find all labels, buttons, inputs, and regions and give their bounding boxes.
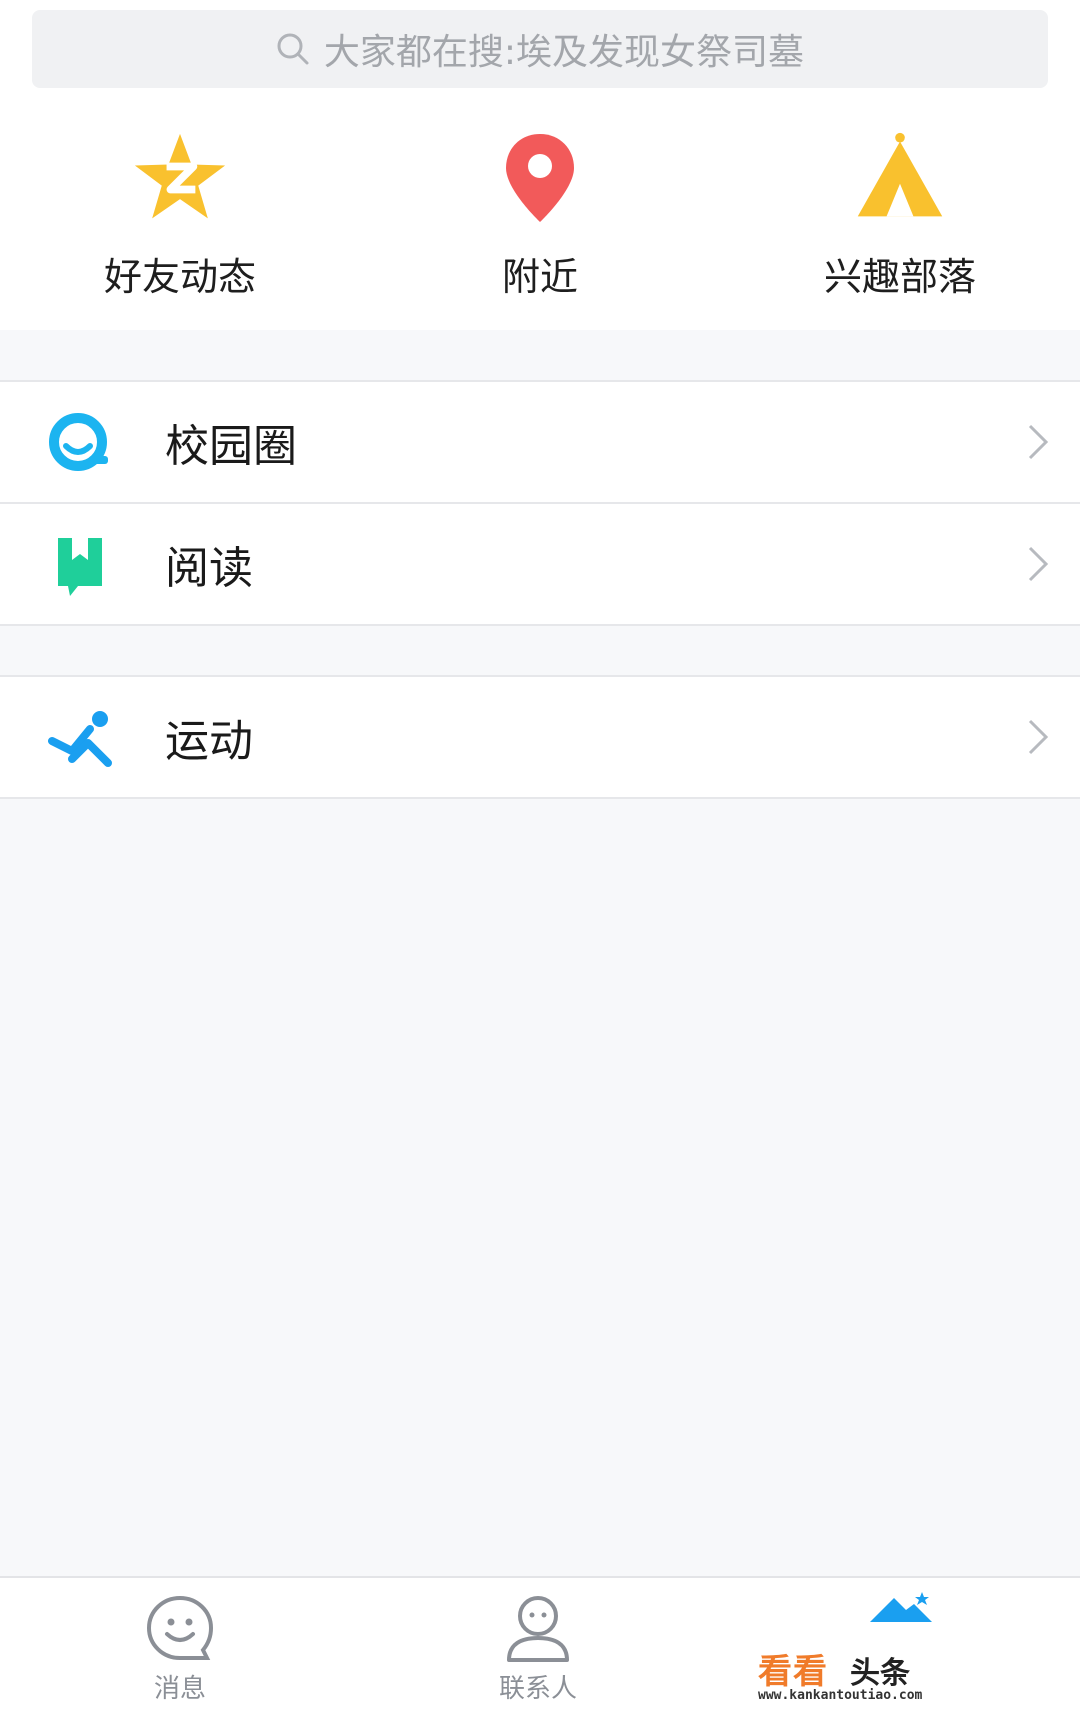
brand-url: www.kankantoutiao.com — [758, 1688, 923, 1703]
menu-item-reading[interactable]: 阅读 — [0, 504, 1080, 624]
quick-action-interest-tribe[interactable]: 兴趣部落 — [750, 130, 1050, 301]
menu-item-label: 运动 — [165, 716, 253, 767]
location-pin-icon — [506, 134, 574, 222]
quick-action-label: 好友动态 — [103, 255, 256, 299]
chevron-right-icon — [1028, 546, 1049, 582]
search-placeholder: 大家都在搜:埃及发现女祭司墓 — [323, 32, 805, 73]
tent-icon — [857, 132, 943, 217]
brand-watermark: 看看 头条 www.kankantoutiao.com — [752, 1588, 952, 1708]
search-bar[interactable]: 大家都在搜:埃及发现女祭司墓 — [32, 10, 1048, 88]
top-section: 大家都在搜:埃及发现女祭司墓 好友动态 附近 兴趣部落 — [0, 0, 1080, 330]
smiley-chat-icon — [146, 1595, 214, 1660]
brand-name-colored: 看看 — [758, 1652, 828, 1692]
tab-messages[interactable]: 消息 — [80, 1594, 280, 1705]
person-icon — [507, 1596, 569, 1662]
menu-item-sports[interactable]: 运动 — [0, 677, 1080, 797]
running-figure-icon — [48, 711, 112, 767]
menu-item-label: 校园圈 — [165, 421, 297, 472]
tab-contacts[interactable]: 联系人 — [438, 1594, 638, 1705]
brand-name-dark: 头条 — [850, 1656, 910, 1691]
quick-action-nearby[interactable]: 附近 — [390, 130, 690, 301]
qzone-star-icon — [134, 133, 226, 219]
mountain-star-icon — [870, 1592, 932, 1622]
tab-label: 联系人 — [498, 1674, 577, 1704]
chevron-right-icon — [1028, 719, 1049, 755]
campus-circle-icon — [49, 413, 108, 471]
search-icon — [277, 33, 309, 65]
menu-item-label: 阅读 — [165, 543, 253, 594]
bookmark-book-icon — [58, 538, 102, 596]
chevron-right-icon — [1028, 424, 1049, 460]
quick-action-friend-feed[interactable]: 好友动态 — [30, 130, 330, 301]
tab-bar: 消息 联系人 看看 头条 www.kankantoutiao.com — [0, 1576, 1080, 1720]
divider — [0, 624, 1080, 626]
quick-action-label: 附近 — [501, 255, 578, 299]
tab-label: 消息 — [153, 1674, 206, 1704]
menu-group-1: 校园圈 阅读 — [0, 382, 1080, 624]
menu-item-campus[interactable]: 校园圈 — [0, 382, 1080, 504]
divider — [0, 797, 1080, 799]
menu-group-2: 运动 — [0, 677, 1080, 797]
quick-action-label: 兴趣部落 — [823, 255, 976, 299]
